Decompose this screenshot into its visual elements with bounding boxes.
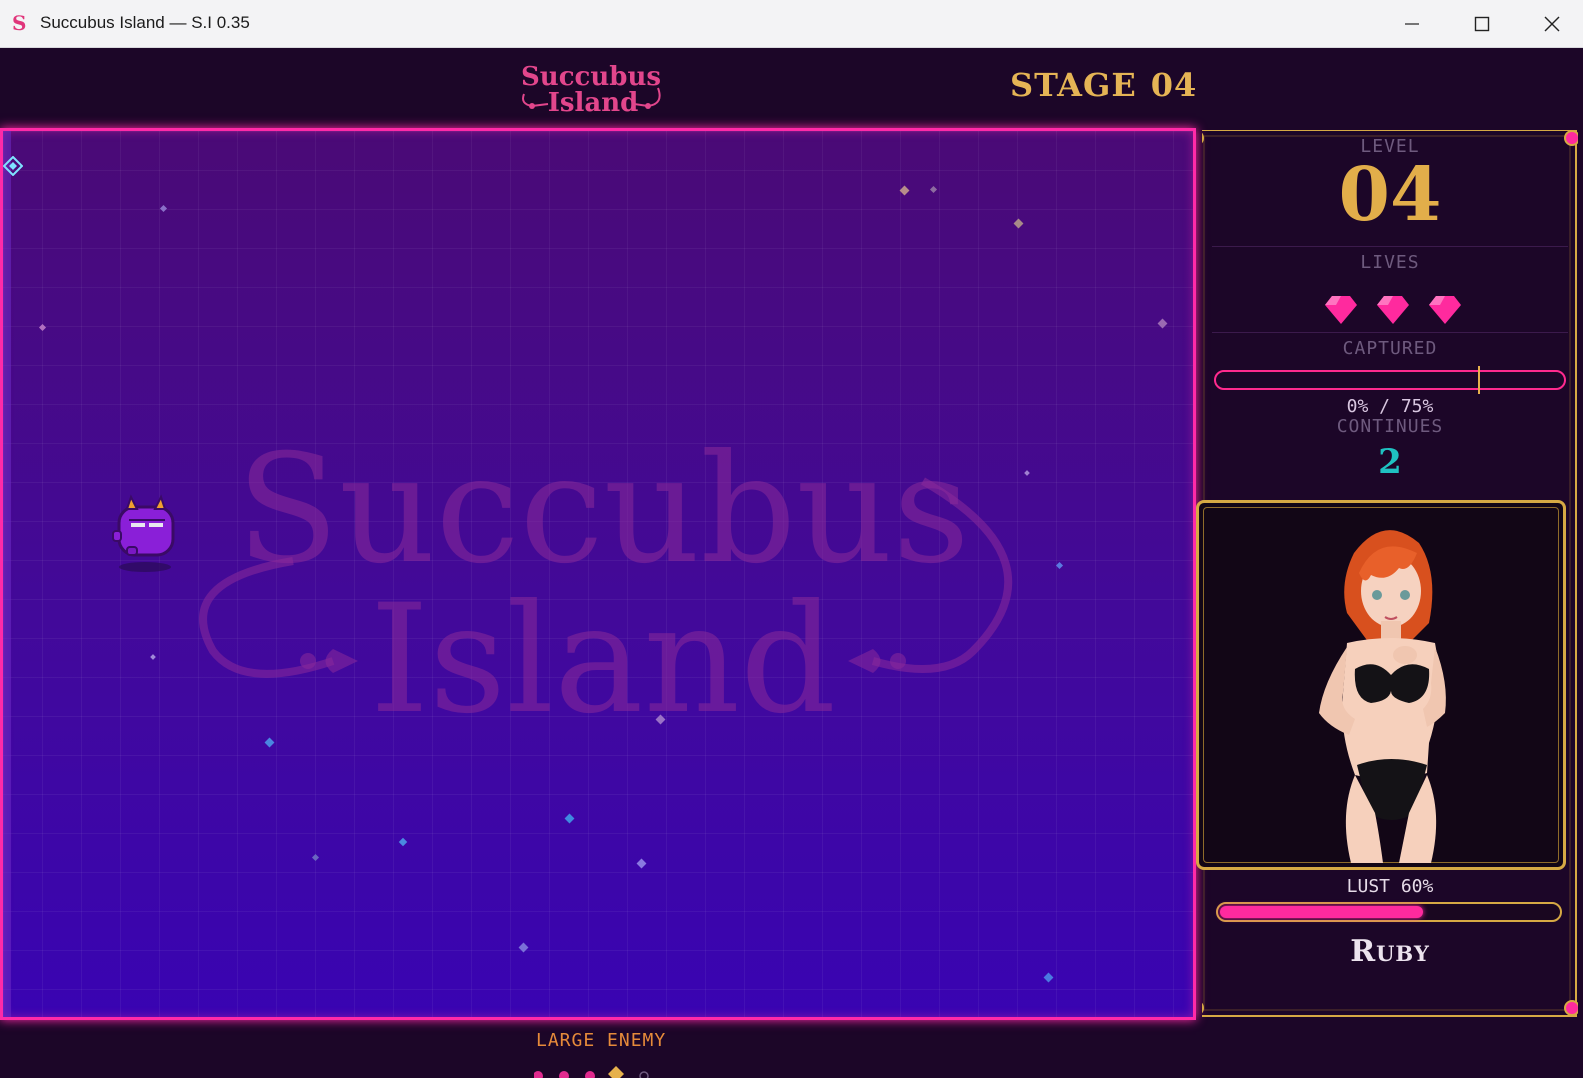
sparkle — [1024, 470, 1030, 476]
sparkle — [929, 185, 938, 194]
window-title: Succubus Island — S.I 0.35 — [40, 13, 250, 32]
sparkle — [1157, 318, 1168, 329]
sparkle — [1055, 561, 1064, 570]
stage-label: STAGE — [1010, 66, 1137, 104]
heart-icon — [1429, 296, 1461, 324]
player-cursor-icon — [3, 156, 23, 176]
sparkle — [564, 813, 575, 824]
sparkle — [38, 323, 47, 332]
sparkle — [311, 853, 320, 862]
sparkle — [264, 737, 275, 748]
enemy-type-label: LARGE ENEMY — [536, 1030, 667, 1051]
level-value: 04 — [1338, 152, 1442, 238]
captured-label: CAPTURED — [1342, 338, 1438, 359]
stats-panel: LEVEL 04 LIVES CAPTURED 0% / 75% CONTINU… — [1196, 130, 1578, 1020]
divider — [1212, 332, 1568, 333]
divider — [1212, 246, 1568, 247]
lives-hearts — [1324, 294, 1462, 330]
captured-text: 0% / 75% — [1346, 396, 1434, 417]
sparkle — [1013, 218, 1024, 229]
lust-meter — [1216, 902, 1562, 922]
header-logo: Succubus Island — [521, 62, 661, 118]
lust-label: LUST 60% — [1346, 876, 1434, 897]
sparkle — [398, 837, 408, 847]
minimize-icon — [1405, 23, 1419, 25]
character-portrait — [1319, 530, 1446, 863]
close-button[interactable] — [1518, 0, 1583, 48]
stage-number: 04 — [1150, 66, 1198, 104]
watermark-line2: Island — [370, 573, 836, 731]
character-name: Ruby — [1350, 934, 1430, 969]
sparkle — [899, 185, 910, 196]
maximize-button[interactable] — [1448, 0, 1516, 48]
sparkle — [636, 858, 647, 869]
window-titlebar: S Succubus Island — S.I 0.35 — [0, 0, 1583, 48]
continues-value: 2 — [1378, 442, 1402, 482]
header-logo-line2: Island — [548, 88, 639, 118]
captured-target-marker — [1478, 366, 1480, 394]
enemy-indicator-dots — [534, 1066, 649, 1078]
sparkle — [1043, 972, 1054, 983]
lives-label: LIVES — [1360, 252, 1420, 273]
watermark-line1: Succubus — [236, 423, 970, 597]
minimize-button[interactable] — [1378, 0, 1446, 48]
heart-icon — [1377, 296, 1409, 324]
sparkle — [159, 204, 168, 213]
character-portrait-frame — [1196, 500, 1566, 870]
heart-icon — [1325, 296, 1357, 324]
maximize-icon — [1474, 16, 1490, 32]
game-header: Succubus Island STAGE 04 — [0, 48, 1583, 128]
playfield[interactable]: Succubus Island — [0, 128, 1196, 1020]
large-enemy-succubus-blob — [112, 494, 175, 572]
sparkle — [150, 654, 156, 660]
close-icon — [1544, 16, 1560, 32]
lust-meter-fill — [1220, 906, 1423, 918]
captured-progress-bar — [1214, 370, 1566, 390]
stage-indicator: STAGE 04 — [1010, 66, 1197, 104]
sparkle — [518, 942, 529, 953]
continues-label: CONTINUES — [1336, 416, 1444, 437]
captured-edge — [3, 131, 11, 1017]
app-logo-icon: S — [12, 11, 27, 35]
background-watermark-logo: Succubus Island — [199, 423, 1013, 731]
game-screen: Succubus Island STAGE 04 Succubus Island — [0, 48, 1583, 1078]
